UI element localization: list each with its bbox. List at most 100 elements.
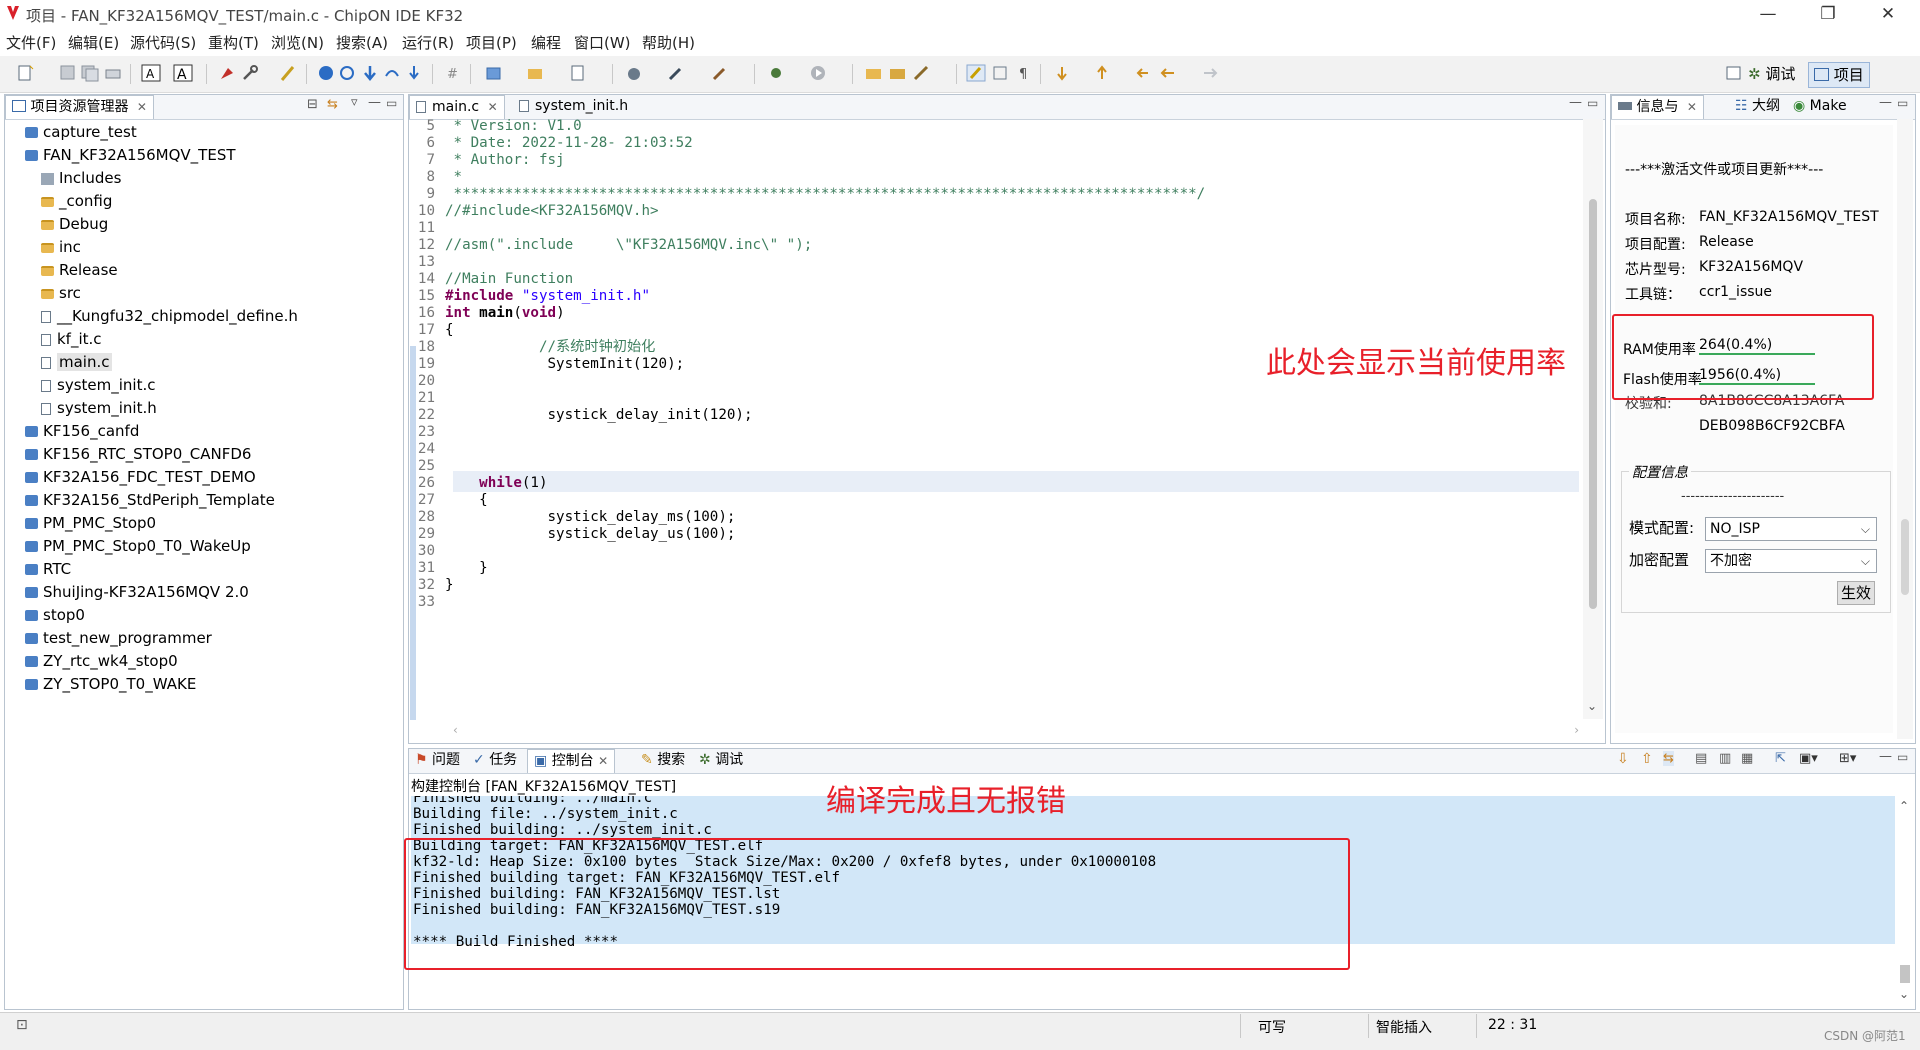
- code-line[interactable]: 14 //Main Function: [409, 271, 1579, 288]
- build-icon[interactable]: [218, 64, 238, 82]
- new-console-icon[interactable]: ⊞▾: [1839, 751, 1856, 766]
- console-down-icon[interactable]: ⇩: [1617, 751, 1629, 767]
- scroll-down-icon[interactable]: ⌄: [1899, 987, 1909, 1001]
- code-line[interactable]: 10 //#include<KF32A156MQV.h>: [409, 203, 1579, 220]
- close-icon[interactable]: ✕: [137, 100, 147, 114]
- font-larger-icon[interactable]: A: [173, 64, 193, 82]
- minimize-view-icon[interactable]: —: [1879, 749, 1892, 764]
- code-line[interactable]: 15 #include "system_init.h": [409, 288, 1579, 305]
- tree-item[interactable]: KF32A156_StdPeriph_Template: [5, 489, 403, 512]
- tree-item[interactable]: _config: [5, 190, 403, 213]
- editor-vscrollbar[interactable]: ⌄: [1583, 119, 1603, 719]
- tree-item[interactable]: PM_PMC_Stop0_T0_WakeUp: [5, 535, 403, 558]
- menu-source[interactable]: 源代码(S): [130, 32, 196, 53]
- code-line[interactable]: 32}: [409, 577, 1579, 594]
- collapse-all-icon[interactable]: ⊟: [307, 97, 318, 112]
- display-console-icon[interactable]: ▣▾: [1799, 751, 1818, 766]
- tab-info[interactable]: 信息与 ✕: [1611, 95, 1704, 119]
- code-line[interactable]: 23: [409, 424, 1579, 441]
- tree-item[interactable]: main.c: [5, 351, 403, 374]
- clear-console-icon[interactable]: ▤: [1695, 751, 1707, 766]
- menu-project[interactable]: 项目(P): [466, 32, 517, 53]
- tree-item[interactable]: ShuiJing-KF32A156MQV 2.0: [5, 581, 403, 604]
- open-console-icon[interactable]: ⇱: [1775, 751, 1786, 766]
- brush-icon[interactable]: [278, 64, 298, 82]
- maximize-button[interactable]: ❐: [1808, 2, 1848, 26]
- tree-item[interactable]: stop0: [5, 604, 403, 627]
- prev-annotation-icon[interactable]: [1092, 64, 1112, 82]
- menu-edit[interactable]: 编辑(E): [68, 32, 119, 53]
- new-project-icon[interactable]: [484, 64, 504, 82]
- open-folder-icon[interactable]: [864, 64, 884, 82]
- tree-item[interactable]: KF32A156_FDC_TEST_DEMO: [5, 466, 403, 489]
- minimize-view-icon[interactable]: —: [1879, 95, 1892, 110]
- run-icon[interactable]: [808, 64, 828, 82]
- print-icon[interactable]: [103, 64, 123, 82]
- console-up-icon[interactable]: ⇧: [1641, 751, 1653, 767]
- code-line[interactable]: 9 **************************************…: [409, 186, 1579, 203]
- perspective-project[interactable]: 项目: [1808, 62, 1870, 88]
- tools-icon[interactable]: [666, 64, 686, 82]
- code-line[interactable]: 25: [409, 458, 1579, 475]
- perspective-debug[interactable]: ✲ 调试: [1748, 62, 1795, 86]
- new-folder-icon[interactable]: [525, 64, 545, 82]
- tree-item[interactable]: inc: [5, 236, 403, 259]
- console-scroll-thumb[interactable]: [1900, 965, 1910, 983]
- code-line[interactable]: 33: [409, 594, 1579, 611]
- tree-item[interactable]: test_new_programmer: [5, 627, 403, 650]
- code-line[interactable]: 6 * Date: 2022-11-28- 21:03:52: [409, 135, 1579, 152]
- next-annotation-icon[interactable]: [1052, 64, 1072, 82]
- debug-connect-icon[interactable]: [316, 64, 336, 82]
- code-line[interactable]: 29 systick_delay_us(100);: [409, 526, 1579, 543]
- scroll-up-icon[interactable]: ⌃: [1899, 799, 1909, 813]
- code-line[interactable]: 12 //asm(".include \"KF32A156MQV.inc\" ")…: [409, 237, 1579, 254]
- editor-scroll-thumb[interactable]: [1589, 199, 1597, 609]
- tree-item[interactable]: system_init.h: [5, 397, 403, 420]
- step-icon[interactable]: [382, 64, 402, 82]
- step-into-icon[interactable]: [404, 64, 424, 82]
- code-line[interactable]: 27 {: [409, 492, 1579, 509]
- search-target-icon[interactable]: [338, 64, 358, 82]
- maximize-view-icon[interactable]: ▭: [386, 96, 397, 110]
- apply-button[interactable]: 生效: [1837, 581, 1875, 605]
- maximize-view-icon[interactable]: ▭: [1897, 750, 1908, 764]
- code-line[interactable]: 17 {: [409, 322, 1579, 339]
- info-vscrollbar[interactable]: [1897, 119, 1913, 739]
- menu-refactor[interactable]: 重构(T): [208, 32, 259, 53]
- mode-config-select[interactable]: NO_ISP ⌵: [1705, 517, 1877, 541]
- save-all-icon[interactable]: [80, 64, 100, 82]
- scroll-left-icon[interactable]: ‹: [453, 723, 458, 737]
- close-icon[interactable]: ✕: [1687, 100, 1697, 114]
- mark-occurrences-icon[interactable]: [966, 64, 986, 82]
- block-select-icon[interactable]: [990, 64, 1010, 82]
- menu-window[interactable]: 窗口(W): [574, 32, 631, 53]
- scroll-lock-icon[interactable]: ⇆: [1663, 751, 1674, 766]
- tree-item[interactable]: Includes: [5, 167, 403, 190]
- minimize-view-icon[interactable]: —: [1569, 95, 1582, 110]
- forward-icon[interactable]: [1200, 64, 1220, 82]
- tree-item[interactable]: KF156_RTC_STOP0_CANFD6: [5, 443, 403, 466]
- menu-help[interactable]: 帮助(H): [642, 32, 695, 53]
- close-icon[interactable]: ✕: [598, 754, 608, 768]
- download-icon[interactable]: [360, 64, 380, 82]
- open-perspective-icon[interactable]: [1724, 64, 1744, 82]
- tree-item[interactable]: __Kungfu32_chipmodel_define.h: [5, 305, 403, 328]
- new-class-icon[interactable]: [568, 64, 588, 82]
- tree-item[interactable]: Release: [5, 259, 403, 282]
- tab-system-init-h[interactable]: system_init.h: [513, 95, 634, 118]
- code-line[interactable]: 16 int main(void): [409, 305, 1579, 322]
- back-icon[interactable]: [1158, 64, 1178, 82]
- scroll-right-icon[interactable]: ›: [1574, 723, 1579, 737]
- save-icon[interactable]: [58, 64, 78, 82]
- code-line[interactable]: 22 systick_delay_init(120);: [409, 407, 1579, 424]
- tab-debug[interactable]: ✲ 调试: [693, 749, 749, 772]
- console-vscrollbar[interactable]: ⌃ ⌄: [1897, 799, 1913, 1001]
- tree-item[interactable]: ZY_rtc_wk4_stop0: [5, 650, 403, 673]
- tab-make[interactable]: ◉ Make: [1787, 95, 1853, 118]
- tab-project-explorer[interactable]: 项目资源管理器 ✕: [5, 95, 154, 119]
- tree-item[interactable]: capture_test: [5, 121, 403, 144]
- code-line[interactable]: 7 * Author: fsj: [409, 152, 1579, 169]
- menu-file[interactable]: 文件(F): [6, 32, 56, 53]
- menu-search[interactable]: 搜索(A): [336, 32, 388, 53]
- wrench-icon[interactable]: [240, 64, 260, 82]
